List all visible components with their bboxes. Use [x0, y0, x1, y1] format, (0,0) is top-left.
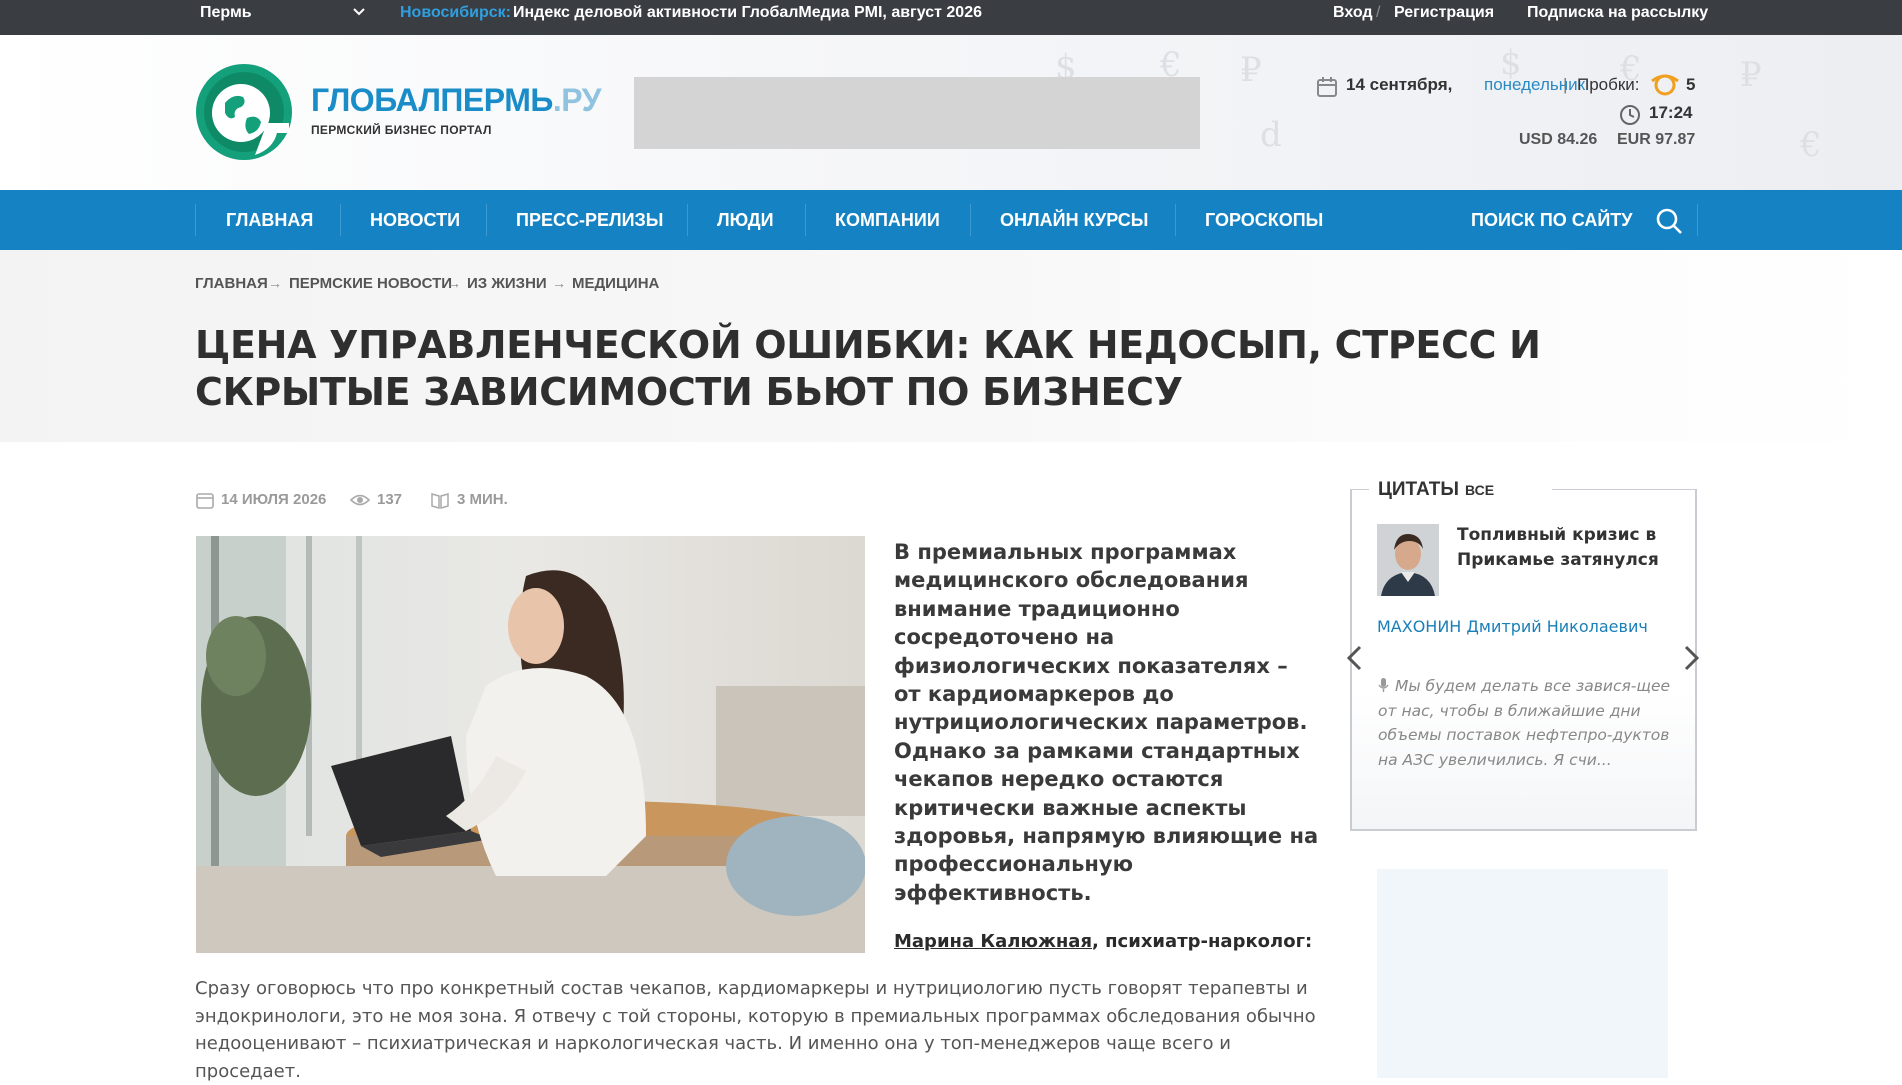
microphone-icon — [1378, 678, 1389, 692]
site-search-button[interactable]: ПОИСК ПО САЙТУ — [1471, 190, 1632, 250]
breadcrumb-item[interactable]: МЕДИЦИНА — [572, 275, 659, 292]
quotes-all-link[interactable]: ВСЕ — [1465, 482, 1494, 498]
quote-author: Марина Калюжная, психиатр-нарколог: — [894, 931, 1312, 952]
header-divider: | — [1563, 75, 1568, 94]
author-role: , психиатр-нарколог: — [1092, 931, 1313, 952]
sidebar-ad-placeholder[interactable] — [1377, 869, 1668, 1078]
ticker-source[interactable]: Новосибирск: — [400, 0, 511, 35]
avatar[interactable] — [1377, 524, 1439, 596]
page-title: ЦЕНА УПРАВЛЕНЧЕСКОЙ ОШИБКИ: КАК НЕДОСЫП,… — [195, 323, 1541, 414]
header-time: 17:24 — [1649, 103, 1693, 122]
currency-decoration-icon: ₽ — [1240, 50, 1262, 90]
article-date: 14 ИЮЛЯ 2026 — [221, 491, 327, 508]
book-icon — [430, 491, 450, 514]
quote-text-body: Мы будем делать все завися-щее от нас, ч… — [1378, 677, 1671, 769]
nav-divider — [195, 204, 196, 236]
calendar-icon — [196, 491, 214, 514]
quotes-heading: ЦИТАТЫ — [1378, 479, 1459, 500]
nav-item-online-courses[interactable]: ОНЛАЙН КУРСЫ — [1000, 190, 1148, 250]
nav-divider — [805, 204, 806, 236]
register-link[interactable]: Регистрация — [1394, 0, 1494, 35]
currency-decoration-icon: d — [1260, 115, 1282, 155]
main-nav: ГЛАВНАЯ НОВОСТИ ПРЕСС-РЕЛИЗЫ ЛЮДИ КОМПАН… — [0, 190, 1902, 250]
article-photo — [196, 536, 865, 953]
chevron-left-icon[interactable] — [1345, 645, 1365, 676]
article-views: 137 — [377, 491, 403, 508]
site-logo-icon[interactable] — [195, 63, 293, 161]
nav-item-press-releases[interactable]: ПРЕСС-РЕЛИЗЫ — [516, 190, 663, 250]
city-selector[interactable]: Пермь — [200, 0, 252, 35]
quote-person[interactable]: МАХОНИН Дмитрий Николаевич — [1377, 617, 1648, 636]
nav-divider — [1175, 204, 1176, 236]
breadcrumb-item[interactable]: ПЕРМСКИЕ НОВОСТИ — [289, 275, 452, 292]
traffic-icon — [1650, 73, 1680, 102]
nav-divider — [340, 204, 341, 236]
nav-divider — [486, 204, 487, 236]
article-body: Сразу оговорюсь что про конкретный соста… — [195, 978, 1316, 1082]
usd-rate: USD 84.26 — [1519, 131, 1598, 148]
nav-divider — [687, 204, 688, 236]
breadcrumb-item[interactable]: ГЛАВНАЯ — [195, 275, 268, 292]
chevron-right-icon[interactable] — [1681, 645, 1701, 676]
read-time: 3 МИН. — [457, 491, 508, 508]
breadcrumb-item[interactable]: ИЗ ЖИЗНИ — [467, 275, 547, 292]
currency-decoration-icon: € — [1800, 125, 1822, 165]
nav-divider — [970, 204, 971, 236]
currency-decoration-icon: ₽ — [1740, 55, 1762, 95]
newsletter-link[interactable]: Подписка на рассылку — [1527, 0, 1708, 35]
breadcrumb-arrow-icon: → — [552, 275, 566, 291]
header-ad-banner[interactable] — [634, 77, 1200, 149]
header-weekday: понедельник — [1484, 75, 1586, 94]
traffic-value: 5 — [1686, 75, 1696, 94]
nav-item-news[interactable]: НОВОСТИ — [370, 190, 460, 250]
auth-separator: / — [1376, 4, 1381, 21]
header-date: 14 сентября, — [1346, 75, 1453, 94]
nav-divider — [1697, 204, 1698, 236]
logo-title-suffix: .РУ — [552, 82, 602, 118]
nav-item-people[interactable]: ЛЮДИ — [717, 190, 774, 250]
nav-item-companies[interactable]: КОМПАНИИ — [835, 190, 940, 250]
nav-item-home[interactable]: ГЛАВНАЯ — [226, 190, 313, 250]
clock-icon — [1619, 104, 1641, 131]
top-bar: Пермь Новосибирск: Индекс деловой активн… — [0, 0, 1902, 35]
breadcrumb-arrow-icon: → — [447, 275, 461, 291]
traffic-label: Пробки: — [1577, 75, 1640, 94]
eye-icon — [349, 491, 371, 514]
calendar-icon — [1316, 76, 1338, 103]
quote-text: Мы будем делать все завися-щее от нас, ч… — [1378, 674, 1678, 772]
login-link[interactable]: Вход — [1333, 0, 1373, 35]
logo-subtitle: ПЕРМСКИЙ БИЗНЕС ПОРТАЛ — [311, 123, 492, 137]
breadcrumb-arrow-icon: → — [268, 275, 282, 291]
search-icon[interactable] — [1655, 207, 1683, 240]
nav-item-horoscopes[interactable]: ГОРОСКОПЫ — [1205, 190, 1323, 250]
eur-rate: EUR 97.87 — [1617, 131, 1696, 148]
logo-title-main: ГЛОБАЛПЕРМЬ — [311, 82, 553, 118]
quote-topic[interactable]: Топливный кризис в Прикамье затянулся — [1457, 523, 1677, 573]
article-lead: В премиальных программах медицинского об… — [894, 540, 1319, 905]
logo-title[interactable]: ГЛОБАЛПЕРМЬ.РУ — [311, 82, 602, 119]
author-link[interactable]: Марина Калюжная — [894, 931, 1092, 952]
ticker-headline[interactable]: Индекс деловой активности ГлобалМедиа PM… — [513, 0, 982, 35]
chevron-down-icon[interactable] — [353, 0, 365, 35]
